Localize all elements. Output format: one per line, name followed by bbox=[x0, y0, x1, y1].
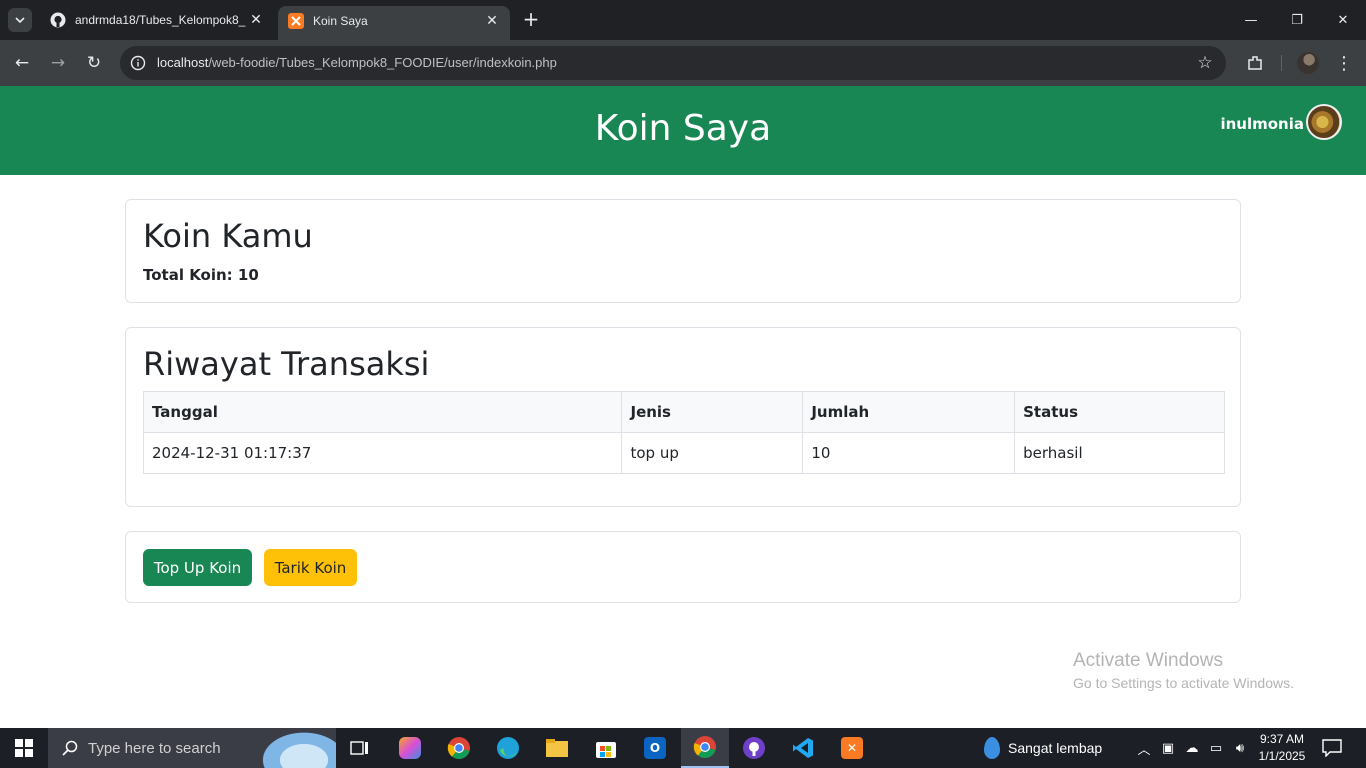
edge-icon[interactable] bbox=[484, 728, 532, 768]
task-view-icon[interactable] bbox=[336, 728, 384, 768]
cell-status: berhasil bbox=[1014, 432, 1225, 474]
url-host: localhost bbox=[157, 55, 209, 70]
system-tray: ︿ ▣ ☁ ▭ 🔊︎ bbox=[1132, 728, 1252, 768]
window-controls: — ❐ ✕ bbox=[1228, 0, 1366, 40]
taskbar-search[interactable]: Type here to search bbox=[48, 728, 336, 768]
weather-widget[interactable]: Sangat lembap bbox=[984, 728, 1102, 768]
column-header-jenis: Jenis bbox=[621, 391, 804, 433]
transaction-table: Tanggal Jenis Jumlah Status 2024-12-31 0… bbox=[142, 391, 1225, 474]
more-menu-icon[interactable]: ⋮ bbox=[1332, 51, 1356, 75]
toolbar-divider bbox=[1281, 55, 1282, 71]
top-up-coin-button[interactable]: Top Up Koin bbox=[143, 549, 252, 586]
cell-jumlah: 10 bbox=[802, 432, 1016, 474]
page-title: Koin Saya bbox=[594, 108, 772, 149]
tab-koin-saya[interactable]: Koin Saya ✕ bbox=[278, 6, 510, 40]
windows-start-icon[interactable] bbox=[0, 728, 48, 768]
notification-icon[interactable] bbox=[1320, 737, 1344, 759]
meet-now-icon[interactable]: ▣ bbox=[1156, 741, 1180, 756]
username: inulmonia bbox=[1220, 115, 1304, 133]
avatar[interactable] bbox=[1306, 104, 1342, 140]
close-icon[interactable]: ✕ bbox=[484, 13, 500, 29]
xampp-taskbar-icon[interactable]: ✕ bbox=[828, 728, 876, 768]
site-info-icon[interactable] bbox=[128, 53, 148, 73]
minimize-icon[interactable]: — bbox=[1228, 0, 1274, 40]
close-icon[interactable]: ✕ bbox=[248, 12, 264, 28]
restore-icon[interactable]: ❐ bbox=[1274, 0, 1320, 40]
outlook-icon[interactable]: O bbox=[631, 728, 679, 768]
file-explorer-icon[interactable] bbox=[533, 728, 581, 768]
bookmark-star-icon[interactable]: ☆ bbox=[1194, 52, 1216, 74]
clock-time: 9:37 AM bbox=[1259, 732, 1305, 746]
address-bar[interactable]: localhost/web-foodie/Tubes_Kelompok8_FOO… bbox=[120, 46, 1226, 80]
close-window-icon[interactable]: ✕ bbox=[1320, 0, 1366, 40]
weather-text: Sangat lembap bbox=[1008, 740, 1103, 756]
search-icon bbox=[62, 740, 78, 756]
actions-card: Top Up Koin Tarik Koin bbox=[125, 531, 1241, 603]
table-header-row: Tanggal Jenis Jumlah Status bbox=[142, 391, 1225, 433]
cell-jenis: top up bbox=[621, 432, 804, 474]
watermark-subtitle: Go to Settings to activate Windows. bbox=[1073, 675, 1294, 691]
url-path: /web-foodie/Tubes_Kelompok8_FOODIE/user/… bbox=[208, 55, 557, 70]
url-text: localhost/web-foodie/Tubes_Kelompok8_FOO… bbox=[157, 55, 557, 70]
column-header-jumlah: Jumlah bbox=[802, 391, 1016, 433]
total-coins: Total Koin: 10 bbox=[143, 266, 259, 284]
chrome-icon[interactable] bbox=[435, 728, 483, 768]
chevron-up-icon[interactable]: ︿ bbox=[1132, 739, 1156, 758]
windows-taskbar: Type here to search O ✕ Sangat lembap ︿ … bbox=[0, 728, 1366, 768]
humidity-icon bbox=[984, 737, 1000, 759]
tab-github[interactable]: andrmda18/Tubes_Kelompok8_ ✕ bbox=[40, 6, 274, 34]
search-placeholder: Type here to search bbox=[88, 739, 221, 757]
battery-icon[interactable]: ▭ bbox=[1204, 741, 1228, 756]
reload-icon[interactable]: ↻ bbox=[82, 51, 106, 75]
clock-date: 1/1/2025 bbox=[1258, 749, 1306, 763]
vscode-icon[interactable] bbox=[779, 728, 827, 768]
app-header: Koin Saya inulmonia bbox=[0, 86, 1366, 175]
new-tab-button[interactable]: + bbox=[520, 9, 542, 31]
github-desktop-icon[interactable] bbox=[730, 728, 778, 768]
xampp-icon bbox=[288, 13, 304, 29]
activate-windows-watermark: Activate Windows Go to Settings to activ… bbox=[1073, 650, 1294, 691]
volume-icon[interactable]: 🔊︎ bbox=[1228, 741, 1252, 756]
withdraw-coin-button[interactable]: Tarik Koin bbox=[264, 549, 357, 586]
tab-search-button[interactable] bbox=[8, 8, 32, 32]
search-highlight-art bbox=[256, 728, 336, 768]
forward-icon[interactable]: → bbox=[46, 51, 70, 75]
browser-toolbar: ← → ↻ localhost/web-foodie/Tubes_Kelompo… bbox=[0, 40, 1366, 86]
column-header-tanggal: Tanggal bbox=[142, 391, 623, 433]
coin-heading: Koin Kamu bbox=[143, 217, 313, 255]
chevron-down-icon bbox=[15, 17, 25, 24]
profile-avatar[interactable] bbox=[1297, 52, 1319, 74]
extensions-icon[interactable] bbox=[1243, 51, 1267, 75]
page-content: Koin Saya inulmonia Koin Kamu Total Koin… bbox=[0, 86, 1366, 728]
tab-title: andrmda18/Tubes_Kelompok8_ bbox=[75, 13, 246, 27]
microsoft-store-icon[interactable] bbox=[582, 728, 630, 768]
cell-tanggal: 2024-12-31 01:17:37 bbox=[142, 432, 623, 474]
clock[interactable]: 9:37 AM 1/1/2025 bbox=[1256, 731, 1308, 765]
back-icon[interactable]: ← bbox=[10, 51, 34, 75]
table-row: 2024-12-31 01:17:37 top up 10 berhasil bbox=[142, 432, 1225, 474]
copilot-icon[interactable] bbox=[386, 728, 434, 768]
history-heading: Riwayat Transaksi bbox=[143, 345, 430, 383]
watermark-title: Activate Windows bbox=[1073, 650, 1223, 671]
tab-title: Koin Saya bbox=[313, 14, 368, 28]
column-header-status: Status bbox=[1014, 391, 1225, 433]
browser-tab-strip: andrmda18/Tubes_Kelompok8_ ✕ Koin Saya ✕… bbox=[0, 0, 1366, 40]
user-profile[interactable]: inulmonia bbox=[1220, 104, 1342, 140]
coin-balance-card: Koin Kamu Total Koin: 10 bbox=[125, 199, 1241, 303]
onedrive-icon[interactable]: ☁ bbox=[1180, 741, 1204, 756]
transaction-history-card: Riwayat Transaksi Tanggal Jenis Jumlah S… bbox=[125, 327, 1241, 507]
github-icon bbox=[50, 12, 66, 28]
chrome-active-icon[interactable] bbox=[681, 728, 729, 768]
